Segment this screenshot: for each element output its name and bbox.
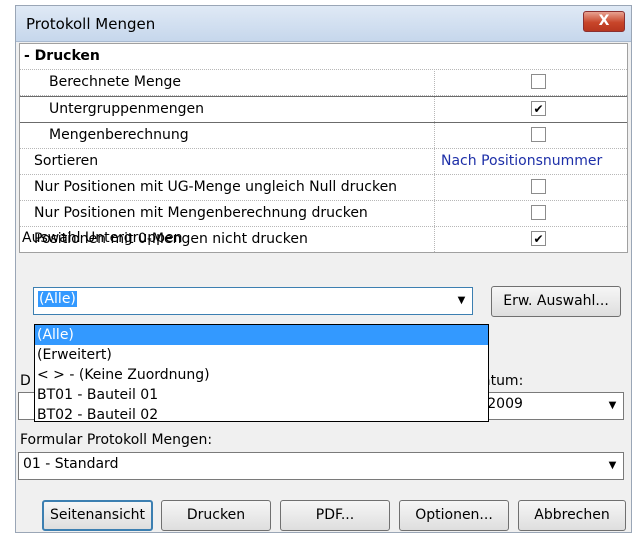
auswahl-selected-wrap: (Alle) xyxy=(38,291,77,307)
grid-row-berechnete-menge[interactable]: Berechnete Menge xyxy=(20,70,627,96)
auswahl-dropdown-list: (Alle) (Erweitert) < > - (Keine Zuordnun… xyxy=(34,324,489,425)
seitenansicht-button[interactable]: Seitenansicht xyxy=(42,500,153,531)
section-label: - Drucken xyxy=(24,48,100,64)
checkbox-mengenberechnung-drucken[interactable] xyxy=(531,205,546,220)
checkbox-untergruppenmengen[interactable]: ✔ xyxy=(531,101,546,116)
pdf-button[interactable]: PDF... xyxy=(280,500,390,531)
dropdown-option-alle[interactable]: (Alle) xyxy=(35,325,488,345)
row-label: Nur Positionen mit Mengenberechnung druc… xyxy=(34,205,368,221)
title-bar: Protokoll Mengen X xyxy=(16,6,631,42)
sortieren-value[interactable]: Nach Positionsnummer xyxy=(441,153,602,169)
checkbox-ug-menge[interactable] xyxy=(531,179,546,194)
druckdatum-label-prefix: D xyxy=(20,373,31,389)
auswahl-combo[interactable]: (Alle) ▼ xyxy=(33,287,473,315)
close-icon[interactable]: X xyxy=(583,11,625,32)
row-label: Nur Positionen mit UG-Menge ungleich Nul… xyxy=(34,179,398,195)
auswahl-selected: (Alle) xyxy=(38,291,77,307)
grid-row-mengenberechnung[interactable]: Mengenberechnung xyxy=(20,123,627,149)
row-label: Untergruppenmengen xyxy=(49,101,205,117)
checkbox-berechnete-menge[interactable] xyxy=(531,74,546,89)
erw-auswahl-button[interactable]: Erw. Auswahl... xyxy=(491,286,621,317)
formular-label: Formular Protokoll Mengen: xyxy=(20,432,213,448)
window-title: Protokoll Mengen xyxy=(26,15,156,33)
checkbox-0-mengen[interactable]: ✔ xyxy=(531,231,546,246)
dropdown-option-bt02[interactable]: BT02 - Bauteil 02 xyxy=(35,405,488,425)
dialog-window: Protokoll Mengen X - Drucken Berechnete … xyxy=(15,5,632,533)
chevron-down-icon[interactable]: ▼ xyxy=(453,290,470,312)
grid-row-sortieren[interactable]: Sortieren Nach Positionsnummer xyxy=(20,149,627,175)
property-grid: - Drucken Berechnete Menge Untergruppenm… xyxy=(19,43,628,253)
optionen-button[interactable]: Optionen... xyxy=(399,500,509,531)
dropdown-option-bt01[interactable]: BT01 - Bauteil 01 xyxy=(35,385,488,405)
chevron-down-icon[interactable]: ▼ xyxy=(604,455,621,477)
formular-combo[interactable]: 01 - Standard ▼ xyxy=(18,452,624,480)
dropdown-option-keine-zuordnung[interactable]: < > - (Keine Zuordnung) xyxy=(35,365,488,385)
grid-row-ug-menge[interactable]: Nur Positionen mit UG-Menge ungleich Nul… xyxy=(20,175,627,201)
chevron-down-icon[interactable]: ▼ xyxy=(604,395,621,417)
checkbox-mengenberechnung[interactable] xyxy=(531,127,546,142)
drucken-button[interactable]: Drucken xyxy=(161,500,271,531)
row-label: Sortieren xyxy=(34,153,99,169)
dropdown-option-erweitert[interactable]: (Erweitert) xyxy=(35,345,488,365)
row-label: Berechnete Menge xyxy=(49,74,181,90)
auswahl-label: Auswahl Untergruppen xyxy=(22,230,183,246)
row-label: Mengenberechnung xyxy=(49,127,189,143)
grid-row-untergruppenmengen[interactable]: Untergruppenmengen ✔ xyxy=(20,96,627,123)
abbrechen-button[interactable]: Abbrechen xyxy=(518,500,626,531)
grid-row-mengenberechnung-drucken[interactable]: Nur Positionen mit Mengenberechnung druc… xyxy=(20,201,627,227)
formular-value: 01 - Standard xyxy=(23,456,119,472)
grid-section-drucken[interactable]: - Drucken xyxy=(20,44,627,70)
